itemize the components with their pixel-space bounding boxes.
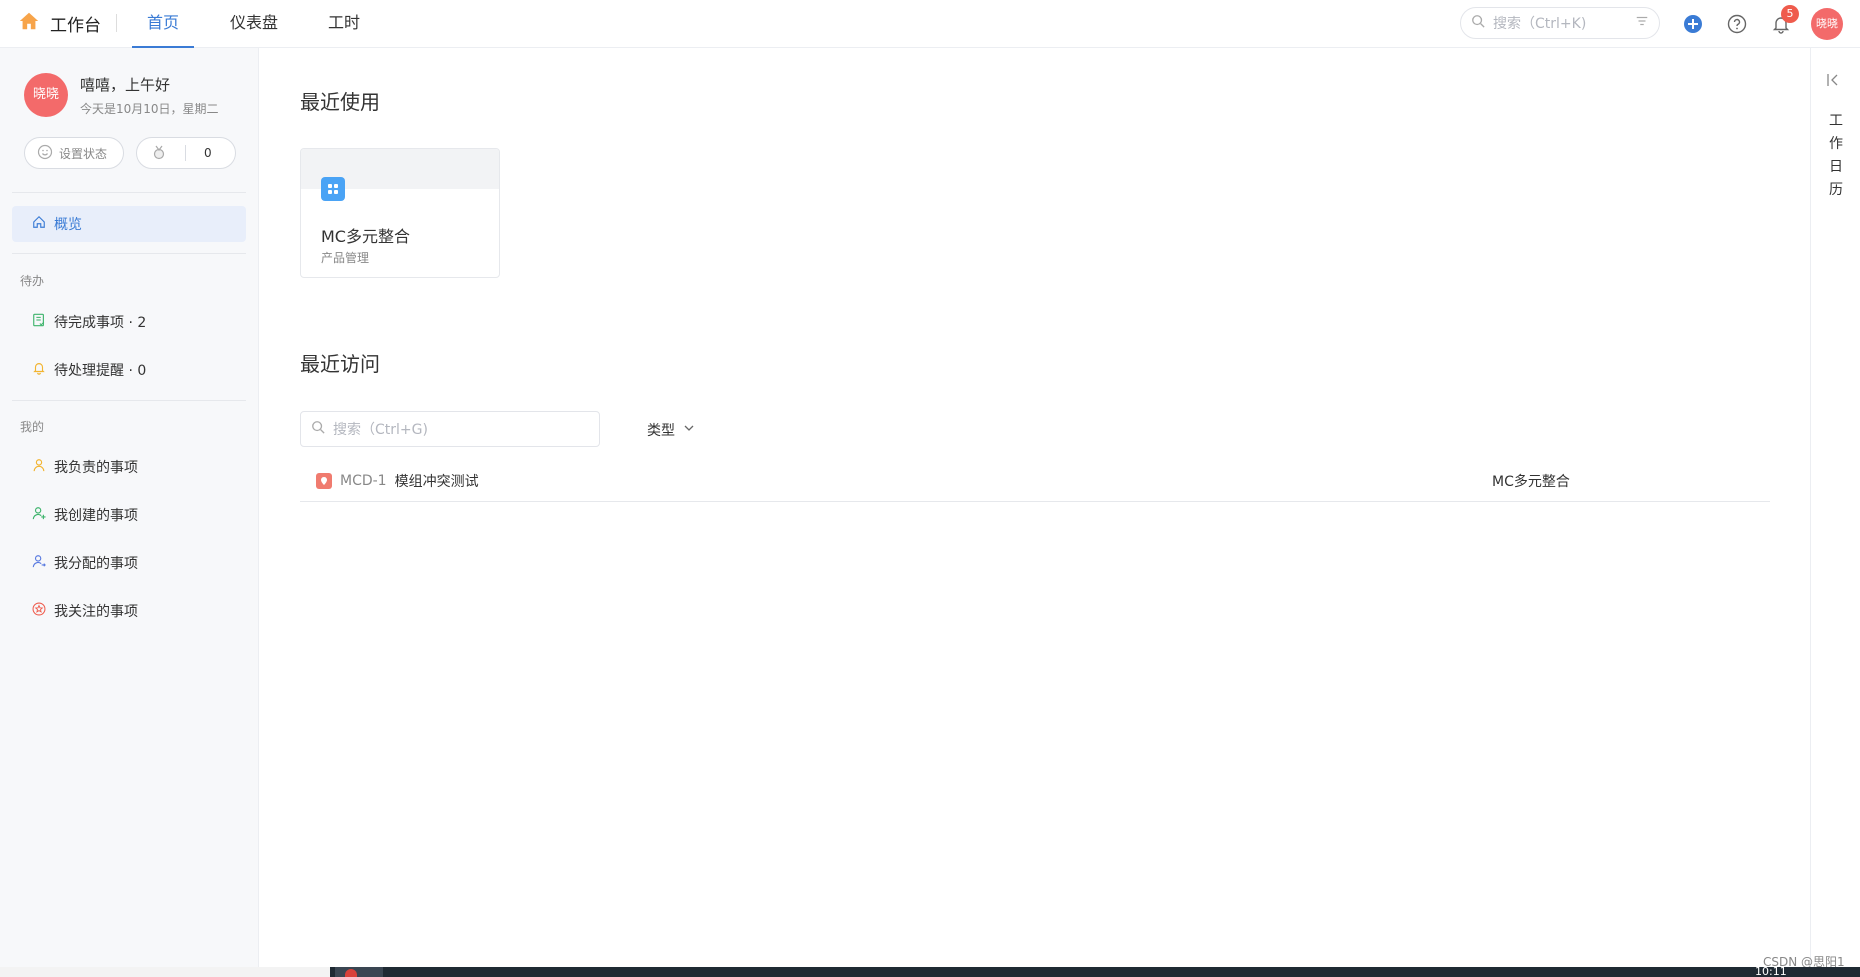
avatar[interactable]: 晓晓 [1811,8,1843,40]
date-text: 今天是10月10日，星期二 [80,102,219,116]
visit-search-input[interactable]: 搜索（Ctrl+G) [300,411,600,447]
tab-home[interactable]: 首页 [132,0,194,48]
sidebar-item-label: 我负责的事项 [54,460,138,476]
os-taskbar: 10:11 [0,965,1860,977]
project-icon [321,177,345,201]
home-icon [18,10,40,36]
sidebar: 晓晓 嘻嘻，上午好 今天是10月10日，星期二 设置状态 0 概览 待办 待完成… [0,48,259,967]
search-icon [311,420,325,438]
global-search[interactable]: 搜索（Ctrl+K) [1460,7,1660,39]
sidebar-item-pending-reminders[interactable]: 待处理提醒 · 0 [12,352,246,388]
notification-badge: 5 [1781,5,1799,23]
visit-search-placeholder: 搜索（Ctrl+G) [333,422,428,438]
card-title: MC多元整合 [321,227,410,246]
recent-visit-title: 最近访问 [300,352,380,376]
sidebar-item-label: 待处理提醒 · 0 [54,363,147,379]
sidebar-item-responsible[interactable]: 我负责的事项 [12,449,246,485]
sidebar-item-label: 我分配的事项 [54,556,138,572]
type-filter-label: 类型 [647,423,675,439]
divider [12,400,246,401]
main-content: 最近使用 MC多元整合 产品管理 最近访问 搜索（Ctrl+G) 类型 MCD-… [260,48,1810,967]
medal-icon [151,144,167,163]
sidebar-item-label: 概览 [54,217,82,233]
sidebar-item-label: 我创建的事项 [54,508,138,524]
tab-worktime[interactable]: 工时 [328,0,360,48]
user-avatar[interactable]: 晓晓 [24,73,68,117]
brand-divider [116,14,117,32]
taskbar-clock: 10:11 [1755,965,1787,977]
recent-project-card[interactable]: MC多元整合 产品管理 [300,148,500,278]
filter-icon[interactable] [1635,14,1649,32]
greeting: 嘻嘻，上午好 [80,76,171,94]
divider [12,253,246,254]
user-assign-icon [32,554,46,572]
help-icon[interactable] [1725,12,1749,36]
taskbar-app-button[interactable] [335,967,383,977]
top-bar: 工作台 首页 仪表盘 工时 搜索（Ctrl+K) 5 晓晓 [0,0,1860,48]
medal-counter[interactable]: 0 [136,137,236,169]
tab-dashboard[interactable]: 仪表盘 [230,0,278,48]
star-icon [32,602,46,620]
type-filter-dropdown[interactable]: 类型 [647,420,695,440]
add-icon[interactable] [1681,12,1705,36]
issue-key: MCD-1 [340,472,387,489]
table-row[interactable]: MCD-1 模组冲突测试 MC多元整合 [300,460,1770,502]
sidebar-item-pending-tasks[interactable]: 待完成事项 · 2 [12,304,246,340]
recent-used-title: 最近使用 [300,90,380,114]
work-calendar-label[interactable]: 工作日历 [1828,110,1844,202]
brand-title: 工作台 [50,15,101,36]
bell-icon [32,361,46,379]
calendar-panel: 工作日历 [1810,48,1860,967]
sidebar-item-followed[interactable]: 我关注的事项 [12,593,246,629]
sidebar-item-assigned[interactable]: 我分配的事项 [12,545,246,581]
divider [12,192,246,193]
search-icon [1471,14,1485,32]
sidebar-item-overview[interactable]: 概览 [12,206,246,242]
app-icon [345,969,357,977]
user-add-icon [32,506,46,524]
sidebar-item-label: 待完成事项 · 2 [54,315,147,331]
section-mine: 我的 [20,420,45,434]
chevron-down-icon [683,422,695,438]
sidebar-item-created[interactable]: 我创建的事项 [12,497,246,533]
set-status-button[interactable]: 设置状态 [24,137,124,169]
expand-panel-icon[interactable] [1825,72,1841,92]
section-todo: 待办 [20,274,45,288]
set-status-label: 设置状态 [59,146,108,161]
checklist-icon [32,313,46,331]
brand[interactable]: 工作台 [18,10,101,36]
smile-icon [37,144,53,163]
issue-type-icon [316,472,332,489]
medal-count: 0 [204,146,212,160]
card-subtitle: 产品管理 [321,251,370,265]
taskbar-left-area [0,967,330,977]
home-outline-icon [32,215,46,233]
issue-project: MC多元整合 [1492,473,1570,490]
issue-title[interactable]: 模组冲突测试 [395,471,479,491]
pill-divider [185,145,186,161]
user-icon [32,458,46,476]
sidebar-item-label: 我关注的事项 [54,604,138,620]
global-search-placeholder: 搜索（Ctrl+K) [1493,16,1587,32]
